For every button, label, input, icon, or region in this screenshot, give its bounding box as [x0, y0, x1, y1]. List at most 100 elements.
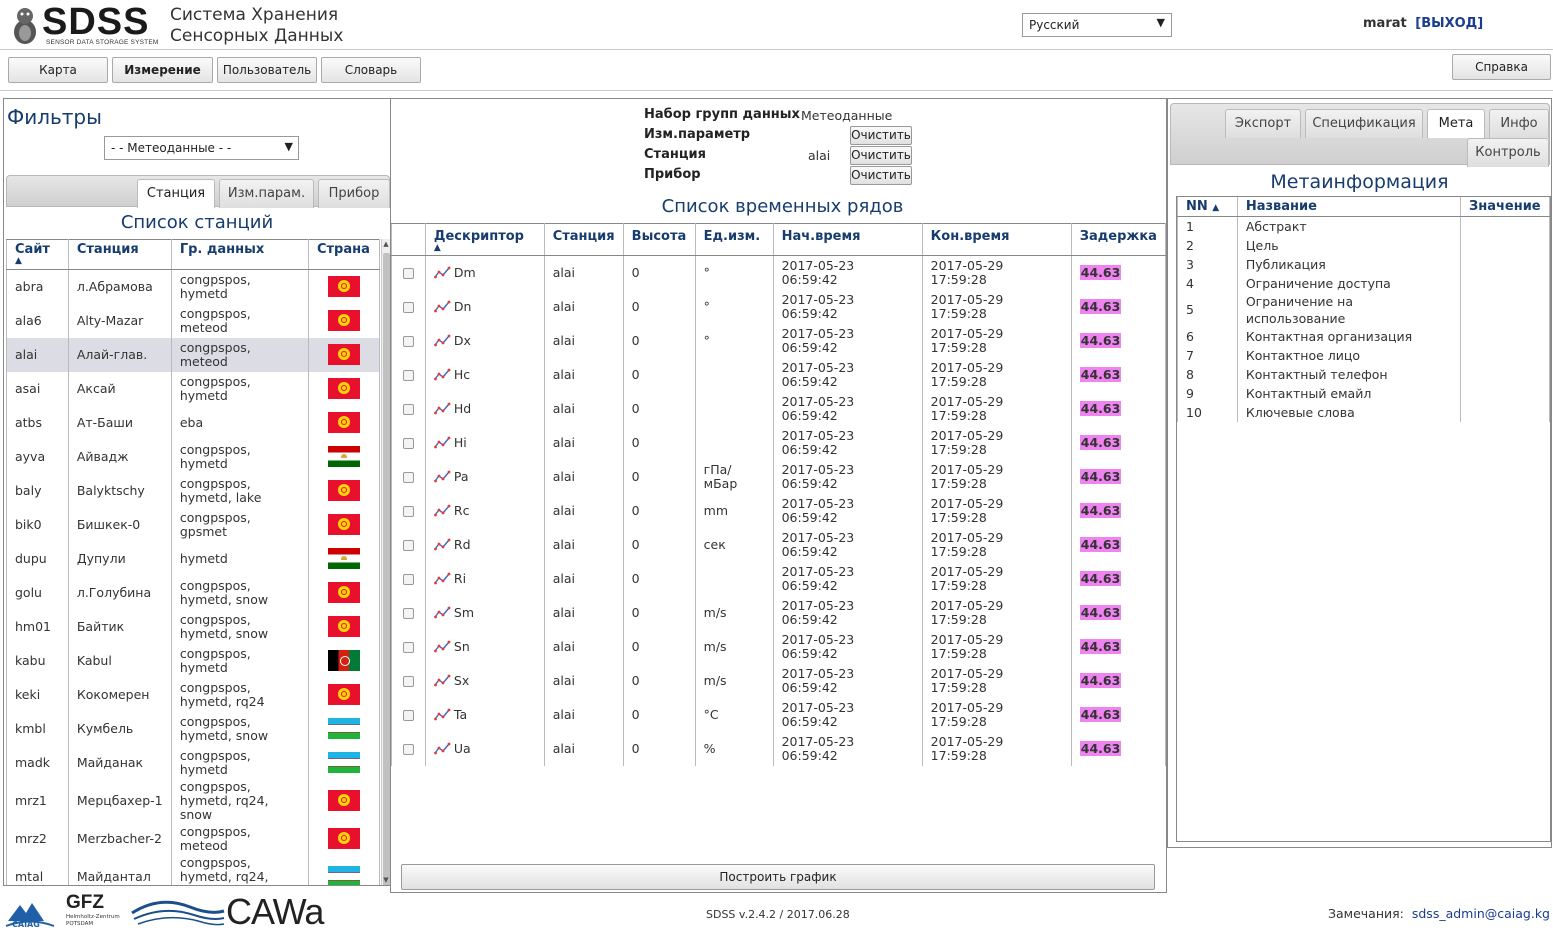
station-row[interactable]: kmbl Кумбель congpspos, hymetd, snow: [6, 711, 380, 746]
language-select[interactable]: Русский ▼: [1022, 13, 1172, 37]
meta-row[interactable]: 8 Контактный телефон: [1177, 364, 1550, 384]
col-unit[interactable]: Ед.изм.: [694, 223, 774, 256]
descriptor-code[interactable]: Dx: [454, 333, 471, 348]
timeseries-chart-icon[interactable]: [433, 674, 451, 687]
station-row[interactable]: baly Balyktschy congpspos, hymetd, lake: [6, 473, 380, 508]
tab-meta[interactable]: Мета: [1427, 109, 1485, 138]
timeseries-row[interactable]: Pa alai 0 гПа/ мБар 2017-05-23 06:59:42 2017-0…: [391, 459, 1166, 494]
descriptor-code[interactable]: Sx: [454, 673, 469, 688]
meta-row[interactable]: 1 Абстракт: [1177, 216, 1550, 236]
row-checkbox[interactable]: [402, 505, 414, 517]
row-checkbox[interactable]: [402, 471, 414, 483]
row-checkbox[interactable]: [402, 335, 414, 347]
col-height[interactable]: Высота: [622, 223, 696, 256]
caiag-logo[interactable]: CAIAG: [4, 893, 56, 933]
tab-measured-param[interactable]: Изм.парам.: [219, 179, 314, 208]
tab-device[interactable]: Прибор: [318, 179, 390, 208]
meta-row[interactable]: 5 Ограничение на использование: [1177, 292, 1550, 327]
descriptor-code[interactable]: Hd: [454, 401, 471, 416]
col-site[interactable]: Сайт ▲: [6, 239, 69, 270]
timeseries-row[interactable]: Dx alai 0 ° 2017-05-23 06:59:42 2017-05-29 17:5…: [391, 323, 1166, 358]
scroll-up-icon[interactable]: ▲: [382, 240, 390, 248]
meta-row[interactable]: 2 Цель: [1177, 235, 1550, 255]
timeseries-chart-icon[interactable]: [433, 368, 451, 381]
descriptor-code[interactable]: Rd: [454, 537, 471, 552]
logout-link[interactable]: [ВЫХОД]: [1415, 16, 1483, 31]
row-checkbox[interactable]: [402, 267, 414, 279]
timeseries-chart-icon[interactable]: [433, 606, 451, 619]
row-checkbox[interactable]: [402, 403, 414, 415]
timeseries-row[interactable]: Rc alai 0 mm 2017-05-23 06:59:42 2017-05-29 17:…: [391, 493, 1166, 528]
col-name[interactable]: Название: [1236, 197, 1461, 217]
timeseries-chart-icon[interactable]: [433, 470, 451, 483]
meta-row[interactable]: 4 Ограничение доступа: [1177, 273, 1550, 293]
timeseries-row[interactable]: Rd alai 0 сек 2017-05-23 06:59:42 2017-05-29 17…: [391, 527, 1166, 562]
timeseries-chart-icon[interactable]: [433, 504, 451, 517]
station-row[interactable]: mtalМайданталcongpspos, hymetd, rq24, sn…: [6, 855, 380, 885]
descriptor-code[interactable]: Hi: [454, 435, 467, 450]
col-country[interactable]: Страна: [307, 239, 380, 270]
station-row[interactable]: mrz1 Мерцбахер-1 congpspos, hymetd, rq24, …: [6, 779, 380, 822]
row-checkbox[interactable]: [402, 607, 414, 619]
contact-email-link[interactable]: sdss_admin@caiag.kg: [1412, 906, 1550, 921]
col-end-time[interactable]: Кон.время: [921, 223, 1072, 256]
station-row[interactable]: bik0 Бишкек-0 congpspos, gpsmet: [6, 507, 380, 542]
descriptor-code[interactable]: Sm: [454, 605, 474, 620]
meta-row[interactable]: 3 Публикация: [1177, 254, 1550, 274]
tab-control[interactable]: Контроль: [1467, 138, 1549, 167]
clear-station-button[interactable]: Очистить: [850, 146, 912, 165]
row-checkbox[interactable]: [402, 709, 414, 721]
row-checkbox[interactable]: [402, 437, 414, 449]
meta-row[interactable]: 9 Контактный емайл: [1177, 383, 1550, 403]
descriptor-code[interactable]: Ta: [454, 707, 467, 722]
station-row[interactable]: alai Алай-глав. congpspos, meteod: [6, 337, 380, 372]
station-row[interactable]: dupu Дупули hymetd: [6, 541, 380, 576]
station-row[interactable]: ayva Айвадж congpspos, hymetd: [6, 439, 380, 474]
station-row[interactable]: asai Аксай congpspos, hymetd: [6, 371, 380, 406]
timeseries-row[interactable]: Ta alai 0 °C 2017-05-23 06:59:42 2017-05-29 17:…: [391, 697, 1166, 732]
station-row[interactable]: golu л.Голубина congpspos, hymetd, snow: [6, 575, 380, 610]
timeseries-chart-icon[interactable]: [433, 402, 451, 415]
station-row[interactable]: atbs Ат-Баши eba: [6, 405, 380, 440]
row-checkbox[interactable]: [402, 641, 414, 653]
station-row[interactable]: madk Майданак congpspos, hymetd: [6, 745, 380, 780]
nav-dictionary-button[interactable]: Словарь: [321, 57, 421, 83]
timeseries-chart-icon[interactable]: [433, 436, 451, 449]
row-checkbox[interactable]: [402, 573, 414, 585]
station-list-scrollbar[interactable]: ▲ ▼: [381, 239, 390, 885]
scroll-down-icon[interactable]: ▼: [382, 876, 390, 884]
gfz-logo[interactable]: GFZ Helmholtz-Zentrum POTSDAM: [62, 892, 124, 933]
scrollbar-thumb[interactable]: [383, 253, 390, 885]
tab-station[interactable]: Станция: [137, 179, 215, 208]
row-checkbox[interactable]: [402, 675, 414, 687]
station-row[interactable]: mrz2 Merzbacher-2 congpspos, meteod: [6, 821, 380, 856]
timeseries-chart-icon[interactable]: [433, 538, 451, 551]
plot-chart-button[interactable]: Построить график: [401, 864, 1155, 890]
meta-row[interactable]: 7 Контактное лицо: [1177, 345, 1550, 365]
timeseries-chart-icon[interactable]: [433, 708, 451, 721]
descriptor-code[interactable]: Sn: [454, 639, 470, 654]
row-checkbox[interactable]: [402, 539, 414, 551]
sdss-logo[interactable]: SDSS SENSOR DATA STORAGE SYSTEM: [10, 1, 160, 47]
tab-specification[interactable]: Спецификация: [1305, 109, 1423, 138]
timeseries-row[interactable]: Sx alai 0 m/s 2017-05-23 06:59:42 2017-05-29 17…: [391, 663, 1166, 698]
meta-row[interactable]: 10 Ключевые слова: [1177, 402, 1550, 422]
nav-user-button[interactable]: Пользователь: [217, 57, 317, 83]
row-checkbox[interactable]: [402, 369, 414, 381]
col-delay[interactable]: Задержка: [1070, 223, 1166, 256]
row-checkbox[interactable]: [402, 301, 414, 313]
station-row[interactable]: abra л.Абрамова congpspos, hymetd: [6, 269, 380, 304]
descriptor-code[interactable]: Ua: [454, 741, 471, 756]
col-data-group[interactable]: Гр. данных: [170, 239, 309, 270]
cawa-logo[interactable]: CAWa: [130, 891, 352, 933]
station-row[interactable]: ala6 Alty-Mazar congpspos, meteod: [6, 303, 380, 338]
timeseries-row[interactable]: Dn alai 0 ° 2017-05-23 06:59:42 2017-05-29 17:5…: [391, 289, 1166, 324]
timeseries-row[interactable]: Hi alai 0 2017-05-23 06:59:42 2017-05-29 17:59…: [391, 425, 1166, 460]
station-row[interactable]: kabu Kabul congpspos, hymetd: [6, 643, 380, 678]
col-station[interactable]: Станция: [67, 239, 172, 270]
col-value[interactable]: Значение: [1459, 197, 1550, 217]
col-descriptor[interactable]: Дескриптор ▲: [424, 223, 545, 256]
timeseries-chart-icon[interactable]: [433, 572, 451, 585]
descriptor-code[interactable]: Dn: [454, 299, 472, 314]
data-group-filter-select[interactable]: - - Метеоданные - - ▼: [104, 136, 299, 160]
